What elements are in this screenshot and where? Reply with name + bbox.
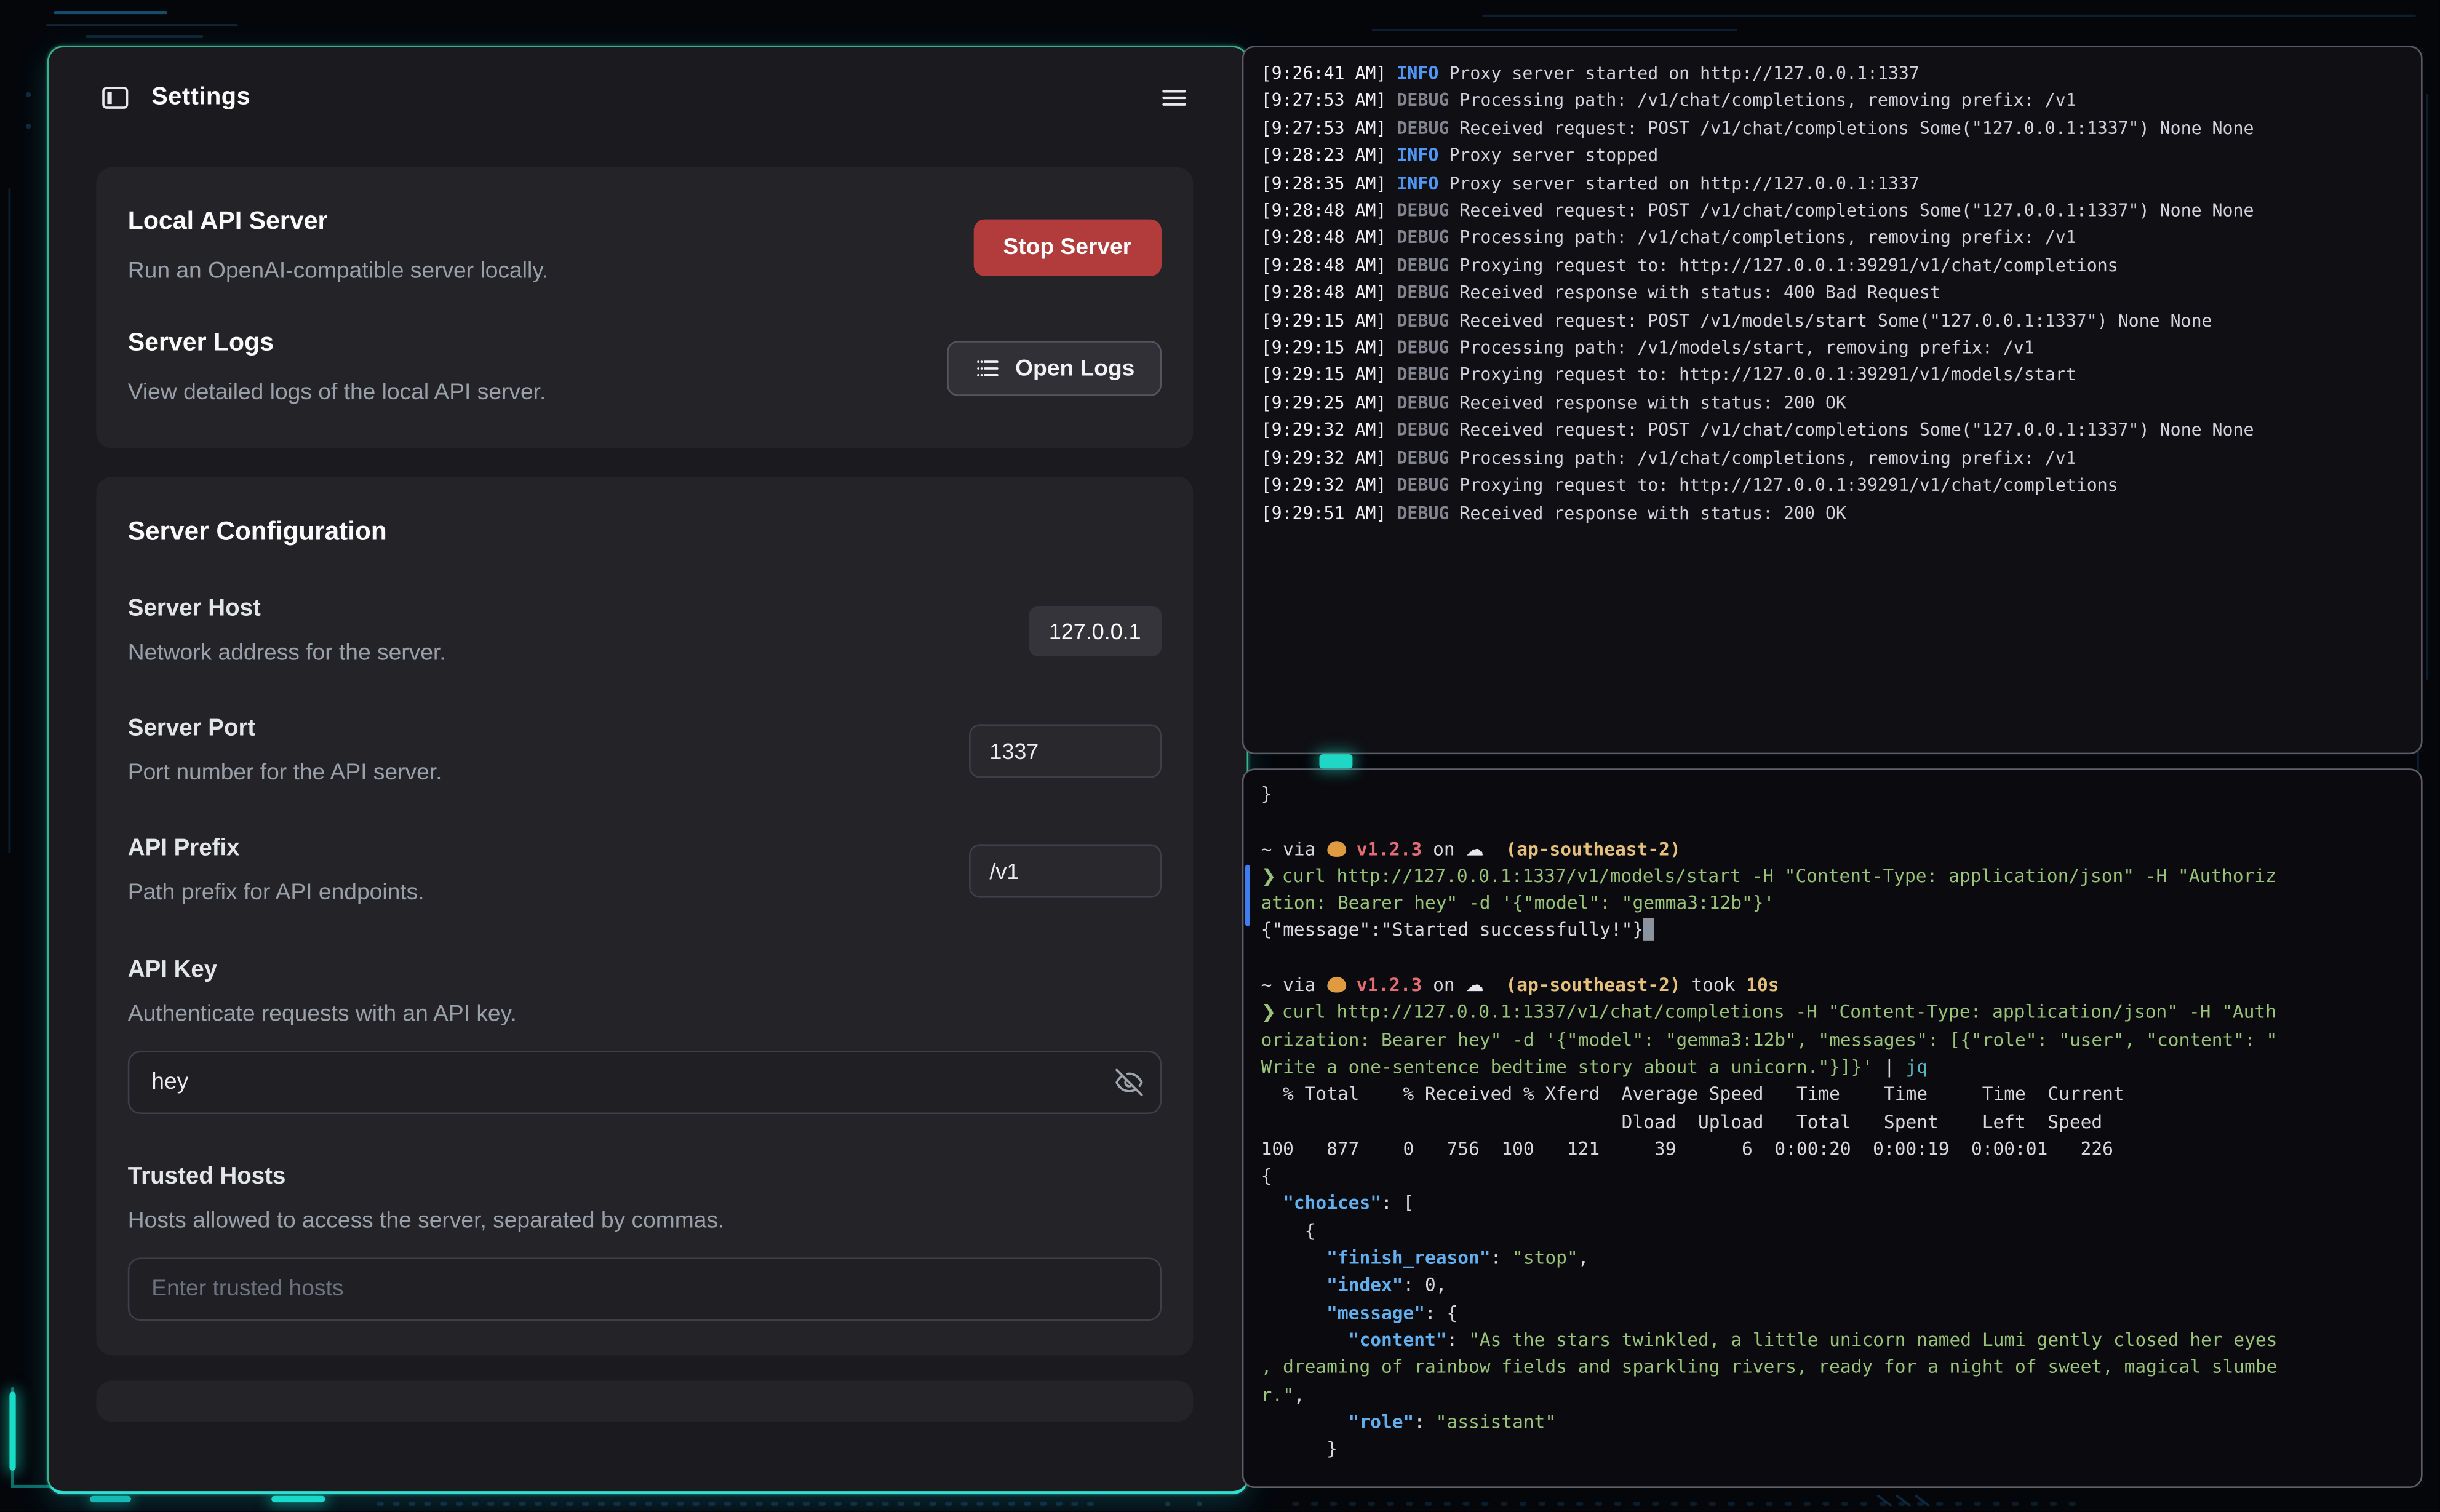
menu-icon[interactable] [1158,82,1190,113]
terminal-line [1261,808,2404,835]
server-logs-description: View detailed logs of the local API serv… [128,379,546,407]
log-entry: [9:29:51 AM] DEBUG Received response wit… [1261,499,2404,527]
terminal-line: Write a one-sentence bedtime story about… [1261,1054,2404,1081]
log-entry: [9:28:48 AM] DEBUG Received response wit… [1261,280,2404,308]
terminal-line: {"message":"Started successfully!"} [1261,918,2404,945]
next-settings-card-partial [96,1381,1193,1422]
terminal-line: , dreaming of rainbow fields and sparkli… [1261,1355,2404,1382]
terminal-line: Dload Upload Total Spent Left Speed [1261,1108,2404,1136]
terminal-line: "finish_reason": "stop", [1261,1245,2404,1272]
terminal-line: ~ via v1.2.3 on ☁ (ap-southeast-2) took … [1261,972,2404,999]
server-host-label: Server Host [128,595,446,622]
server-port-label: Server Port [128,715,442,742]
trusted-hosts-input[interactable] [128,1257,1162,1321]
local-api-server-description: Run an OpenAI-compatible server locally. [128,257,549,285]
terminal-line: { [1261,1163,2404,1190]
log-entry: [9:28:23 AM] INFO Proxy server stopped [1261,142,2404,170]
open-logs-label: Open Logs [1015,356,1134,381]
settings-title: Settings [151,84,1138,112]
terminal-line: "message": { [1261,1300,2404,1327]
circuit-glow [1320,754,1353,768]
server-logs-title: Server Logs [128,330,546,358]
terminal-line: "choices": [ [1261,1190,2404,1217]
trusted-hosts-description: Hosts allowed to access the server, sepa… [128,1207,1162,1235]
log-entry: [9:29:32 AM] DEBUG Proxying request to: … [1261,472,2404,499]
terminal-line: orization: Bearer hey" -d '{"model": "ge… [1261,1027,2404,1054]
log-entry: [9:27:53 AM] DEBUG Processing path: /v1/… [1261,87,2404,115]
log-entry: [9:29:32 AM] DEBUG Received request: POS… [1261,417,2404,445]
api-prefix-label: API Prefix [128,835,425,862]
bun-icon [1326,840,1346,856]
log-lines: [9:26:41 AM] INFO Proxy server started o… [1261,60,2404,527]
terminal-line: ❯ curl http://127.0.0.1:1337/v1/models/s… [1261,863,2404,890]
terminal-line: ~ via v1.2.3 on ☁ (ap-southeast-2) [1261,836,2404,863]
prompt-chevron-icon: ❯ [1261,1001,1282,1023]
api-key-block: API Key Authenticate requests with an AP… [128,957,1162,1115]
server-configuration-card: Server Configuration Server Host Network… [96,477,1193,1356]
log-entry: [9:28:35 AM] INFO Proxy server started o… [1261,170,2404,197]
terminal-line: "content": "As the stars twinkled, a lit… [1261,1327,2404,1354]
terminal-cursor [1643,919,1654,941]
api-key-description: Authenticate requests with an API key. [128,1000,1162,1029]
log-entry: [9:28:48 AM] DEBUG Received request: POS… [1261,197,2404,225]
log-entry: [9:28:48 AM] DEBUG Processing path: /v1/… [1261,225,2404,252]
log-entry: [9:29:15 AM] DEBUG Proxying request to: … [1261,362,2404,390]
terminal-line: } [1261,781,2404,808]
sidebar-panel-icon[interactable] [100,82,131,113]
local-api-server-title: Local API Server [128,209,549,237]
trusted-hosts-label: Trusted Hosts [128,1163,1162,1190]
server-host-value: 127.0.0.1 [1029,606,1162,656]
server-host-row: Server Host Network address for the serv… [128,595,1162,667]
terminal-line: % Total % Received % Xferd Average Speed… [1261,1081,2404,1108]
circuit-glow [271,1496,325,1502]
terminal-line: "index": 0, [1261,1272,2404,1299]
trusted-hosts-block: Trusted Hosts Hosts allowed to access th… [128,1163,1162,1321]
api-prefix-input[interactable] [969,844,1162,897]
local-api-server-row: Local API Server Run an OpenAI-compatibl… [128,209,1162,286]
api-key-label: API Key [128,957,1162,984]
terminal-line: r.", [1261,1382,2404,1409]
log-entry: [9:29:25 AM] DEBUG Received response wit… [1261,389,2404,417]
logs-list-icon [974,355,1001,382]
server-log-panel[interactable]: [9:26:41 AM] INFO Proxy server started o… [1242,46,2423,754]
log-entry: [9:29:15 AM] DEBUG Received request: POS… [1261,307,2404,335]
terminal-line: { [1261,1218,2404,1245]
terminal-line: ❯ curl http://127.0.0.1:1337/v1/chat/com… [1261,1000,2404,1027]
terminal-lines: } ~ via v1.2.3 on ☁ (ap-southeast-2)❯ cu… [1261,781,2404,1463]
terminal-line: ation: Bearer hey" -d '{"model": "gemma3… [1261,890,2404,917]
desktop: Settings Local API Server Run an OpenAI-… [0,0,2440,1511]
circuit-glow [90,1496,131,1502]
terminal-panel[interactable]: } ~ via v1.2.3 on ☁ (ap-southeast-2)❯ cu… [1242,768,2423,1488]
api-prefix-description: Path prefix for API endpoints. [128,879,425,907]
circuit-glow [9,1392,15,1471]
settings-header: Settings [96,47,1193,148]
server-logs-row: Server Logs View detailed logs of the lo… [128,330,1162,407]
bun-icon [1326,977,1346,993]
eye-off-icon[interactable] [1114,1067,1144,1097]
api-key-input[interactable] [128,1051,1162,1114]
settings-panel: Settings Local API Server Run an OpenAI-… [47,46,1248,1494]
stop-server-button[interactable]: Stop Server [973,218,1162,275]
log-entry: [9:27:53 AM] DEBUG Received request: POS… [1261,115,2404,143]
terminal-line: 100 877 0 756 100 121 39 6 0:00:20 0:00:… [1261,1136,2404,1163]
prompt-chevron-icon: ❯ [1261,864,1282,886]
log-entry: [9:29:15 AM] DEBUG Processing path: /v1/… [1261,335,2404,362]
server-configuration-title: Server Configuration [128,517,1162,547]
cloud-icon: ☁ [1465,837,1483,859]
log-entry: [9:28:48 AM] DEBUG Proxying request to: … [1261,252,2404,280]
server-port-row: Server Port Port number for the API serv… [128,715,1162,787]
terminal-line: } [1261,1436,2404,1463]
cloud-icon: ☁ [1465,974,1483,996]
log-entry: [9:26:41 AM] INFO Proxy server started o… [1261,60,2404,87]
server-controls-card: Local API Server Run an OpenAI-compatibl… [96,167,1193,448]
open-logs-button[interactable]: Open Logs [947,341,1162,396]
log-entry: [9:29:32 AM] DEBUG Processing path: /v1/… [1261,445,2404,472]
api-prefix-row: API Prefix Path prefix for API endpoints… [128,835,1162,907]
terminal-line: "role": "assistant" [1261,1409,2404,1436]
terminal-scrollbar[interactable] [1245,865,1250,926]
server-port-description: Port number for the API server. [128,759,442,787]
terminal-line [1261,945,2404,972]
server-host-description: Network address for the server. [128,639,446,667]
server-port-input[interactable] [969,724,1162,778]
